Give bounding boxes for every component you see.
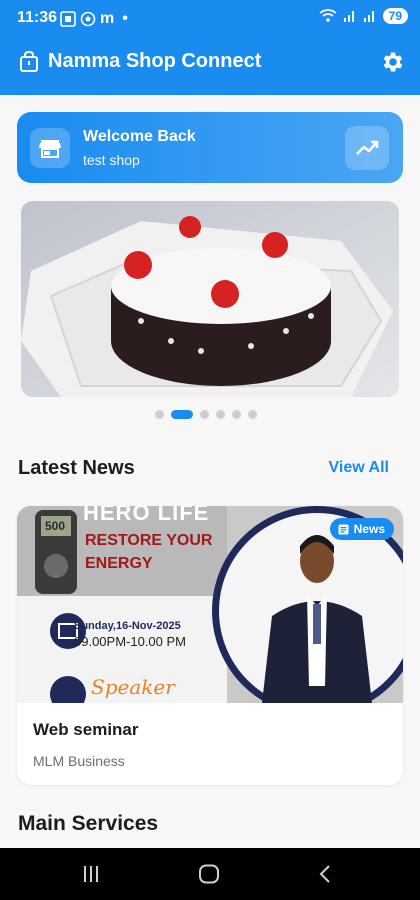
system-navigation-bar xyxy=(0,848,420,900)
news-badge: News xyxy=(329,518,394,540)
store-icon-box xyxy=(30,128,70,168)
promo-carousel[interactable] xyxy=(21,201,399,397)
main-services-heading: Main Services xyxy=(18,812,159,835)
screenshot-icon xyxy=(60,11,76,27)
store-icon xyxy=(39,140,61,158)
carousel-dot[interactable] xyxy=(216,410,225,419)
carousel-dot-active[interactable] xyxy=(171,410,193,419)
shopping-bag-icon xyxy=(20,51,38,72)
trending-button[interactable] xyxy=(345,126,389,170)
poster-headline-line1: RESTORE YOUR xyxy=(85,532,213,549)
poster-banner-text: HERO LIFE xyxy=(83,506,210,525)
whatsapp-icon xyxy=(80,11,96,27)
status-notification-icons: m • xyxy=(60,10,128,28)
poster-headline-line2: ENERGY xyxy=(85,555,153,572)
battery-level: 79 xyxy=(382,8,408,24)
poster-time: 09.00PM-10.00 PM xyxy=(74,634,187,649)
app-title: Namma Shop Connect xyxy=(48,50,262,72)
news-title: Web seminar xyxy=(33,720,139,739)
more-notifications-dot-icon: • xyxy=(122,10,128,27)
recent-apps-icon[interactable] xyxy=(82,865,100,883)
welcome-card[interactable]: Welcome Back test shop xyxy=(17,112,403,183)
top-app-bar: 11:36 m • 79 Namma Shop Connect xyxy=(0,0,420,95)
messenger-m-icon: m xyxy=(100,10,115,27)
latest-news-heading: Latest News xyxy=(18,457,135,479)
wifi-icon xyxy=(319,9,337,22)
carousel-indicator[interactable] xyxy=(155,410,257,419)
view-all-link[interactable]: View All xyxy=(329,459,389,477)
news-poster-image: HERO LIFE 500 RESTORE YOUR ENERGY Sunday… xyxy=(17,506,403,703)
trending-up-icon xyxy=(356,140,379,155)
cake-image xyxy=(21,201,399,397)
status-bar: 11:36 m • 79 xyxy=(0,0,420,36)
news-category: MLM Business xyxy=(33,753,125,769)
welcome-title: Welcome Back xyxy=(83,128,196,145)
home-icon[interactable] xyxy=(198,864,220,884)
carousel-dot[interactable] xyxy=(248,410,257,419)
news-badge-label: News xyxy=(353,522,385,536)
back-icon[interactable] xyxy=(318,864,332,884)
signal-icon xyxy=(343,11,354,22)
carousel-dot[interactable] xyxy=(232,410,241,419)
status-time: 11:36 xyxy=(17,9,58,26)
poster-speaker-label: Speaker xyxy=(91,675,175,699)
settings-gear-icon[interactable] xyxy=(380,49,406,75)
poster-date: Sunday,16-Nov-2025 xyxy=(74,620,181,632)
shop-name: test shop xyxy=(83,152,140,168)
signal-2-icon xyxy=(363,11,374,22)
carousel-dot[interactable] xyxy=(155,410,164,419)
status-system-icons: 79 xyxy=(319,8,408,24)
article-icon xyxy=(338,524,349,534)
news-card[interactable]: HERO LIFE 500 RESTORE YOUR ENERGY Sunday… xyxy=(17,506,403,785)
carousel-dot[interactable] xyxy=(200,410,209,419)
poster-device-display: 500 xyxy=(45,519,66,533)
